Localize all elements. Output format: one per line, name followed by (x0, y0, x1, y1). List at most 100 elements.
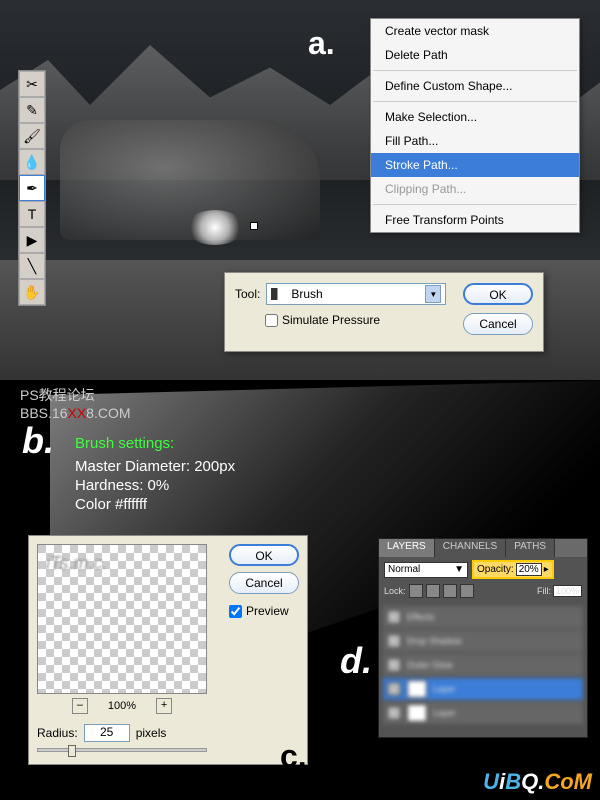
visibility-icon[interactable] (387, 634, 401, 648)
watermark-line2: BBS.16XX8.COM (20, 405, 131, 421)
path-selection-tool[interactable]: ▶ (19, 227, 45, 253)
layer-name: Drop Shadow (407, 636, 462, 646)
tab-channels[interactable]: CHANNELS (435, 539, 506, 557)
fill-value[interactable]: 100% (553, 585, 582, 597)
preview-checkbox[interactable] (229, 605, 242, 618)
lock-pixels-icon[interactable] (426, 584, 440, 598)
radius-label: Radius: (37, 726, 78, 740)
watermark-line1: PS教程论坛 (20, 385, 131, 405)
layers-panel: LAYERS CHANNELS PATHS Normal ▼ Opacity: … (378, 538, 588, 738)
path-anchor-point[interactable] (250, 222, 258, 230)
zoom-level: 100% (108, 700, 136, 712)
brush-icon (271, 288, 287, 300)
zoom-in-button[interactable]: + (156, 698, 172, 714)
layer-item[interactable]: Layer (383, 702, 583, 724)
pen-tool[interactable]: ✒ (19, 175, 45, 201)
lock-transparency-icon[interactable] (409, 584, 423, 598)
menu-clipping-path: Clipping Path... (371, 177, 579, 201)
visibility-icon[interactable] (387, 682, 401, 696)
radius-input[interactable]: 25 (84, 724, 130, 742)
tab-layers[interactable]: LAYERS (379, 539, 435, 557)
chevron-down-icon[interactable]: ▼ (425, 285, 441, 303)
fill-label: Fill: (537, 586, 551, 596)
layer-thumbnail (407, 704, 427, 722)
layer-item[interactable]: Outer Glow (383, 654, 583, 676)
type-tool[interactable]: T (19, 201, 45, 227)
tab-paths[interactable]: PATHS (506, 539, 555, 557)
layer-name: Outer Glow (407, 660, 453, 670)
uibq-m: M (574, 769, 592, 794)
ok-button[interactable]: OK (229, 544, 299, 566)
menu-create-vector-mask[interactable]: Create vector mask (371, 19, 579, 43)
simulate-pressure-label: Simulate Pressure (282, 313, 380, 327)
menu-separator (373, 101, 577, 102)
preview-sample-text: iTs.m.c. (46, 553, 107, 574)
brush-settings-title: Brush settings: (75, 435, 235, 452)
brush-color: Color #ffffff (75, 496, 235, 513)
visibility-icon[interactable] (387, 658, 401, 672)
cancel-button[interactable]: Cancel (229, 572, 299, 594)
menu-separator (373, 204, 577, 205)
layer-item[interactable]: Effects (383, 606, 583, 628)
layer-thumbnail (407, 680, 427, 698)
blur-preview[interactable]: iTs.m.c. (37, 544, 207, 694)
uibq-u: U (483, 769, 499, 794)
menu-fill-path[interactable]: Fill Path... (371, 129, 579, 153)
simulate-pressure-checkbox[interactable] (265, 314, 278, 327)
uibq-o: o (560, 769, 573, 794)
brush-tool[interactable]: ✎ (19, 97, 45, 123)
menu-make-selection[interactable]: Make Selection... (371, 105, 579, 129)
menu-delete-path[interactable]: Delete Path (371, 43, 579, 67)
blend-mode-value: Normal (388, 564, 420, 575)
tool-label: Tool: (235, 287, 260, 301)
lock-position-icon[interactable] (443, 584, 457, 598)
blur-tool[interactable]: 💧 (19, 149, 45, 175)
layer-item[interactable]: Drop Shadow (383, 630, 583, 652)
gaussian-blur-dialog: iTs.m.c. – 100% + Radius: 25 pixels OK C… (28, 535, 308, 765)
step-label-c: c. (280, 738, 307, 775)
layer-name: Layer (433, 684, 456, 694)
layer-name: Effects (407, 612, 434, 622)
uibq-watermark: UiBQ.CoM (483, 769, 592, 795)
ok-button[interactable]: OK (463, 283, 533, 305)
uibq-b: B (505, 769, 521, 794)
menu-free-transform-points[interactable]: Free Transform Points (371, 208, 579, 232)
path-context-menu: Create vector mask Delete Path Define Cu… (370, 18, 580, 233)
visibility-icon[interactable] (387, 706, 401, 720)
cancel-button[interactable]: Cancel (463, 313, 533, 335)
tools-palette: ✂ ✎ 🖌 💧 ✒ T ▶ ╲ ✋ (18, 70, 46, 306)
step-label-d: d. (340, 640, 372, 682)
line-tool[interactable]: ╲ (19, 253, 45, 279)
pixels-label: pixels (136, 726, 167, 740)
headlight-glow (185, 210, 245, 245)
watermark-prefix: BBS.16 (20, 405, 67, 421)
tool-dropdown[interactable]: Brush ▼ (266, 283, 446, 305)
brush-diameter: Master Diameter: 200px (75, 458, 235, 475)
layer-name: Layer (433, 708, 456, 718)
menu-define-custom-shape[interactable]: Define Custom Shape... (371, 74, 579, 98)
uibq-c: C (544, 769, 560, 794)
opacity-control[interactable]: Opacity: 20% ▸ (472, 560, 554, 579)
opacity-value[interactable]: 20% (516, 563, 542, 576)
visibility-icon[interactable] (387, 610, 401, 624)
chevron-down-icon: ▼ (454, 564, 464, 575)
tool-value: Brush (291, 287, 425, 301)
history-brush-tool[interactable]: 🖌 (19, 123, 45, 149)
blend-mode-dropdown[interactable]: Normal ▼ (384, 562, 468, 578)
hand-tool[interactable]: ✋ (19, 279, 45, 305)
uibq-q: Q (521, 769, 538, 794)
lock-all-icon[interactable] (460, 584, 474, 598)
slider-thumb[interactable] (68, 745, 76, 757)
lasso-tool[interactable]: ✂ (19, 71, 45, 97)
radius-slider[interactable] (37, 748, 207, 752)
brush-settings-text: Brush settings: Master Diameter: 200px H… (75, 435, 235, 515)
preview-label: Preview (246, 604, 289, 618)
zoom-out-button[interactable]: – (72, 698, 88, 714)
menu-stroke-path[interactable]: Stroke Path... (371, 153, 579, 177)
watermark-xx: XX (67, 405, 86, 421)
chevron-right-icon[interactable]: ▸ (544, 564, 549, 575)
watermark: PS教程论坛 BBS.16XX8.COM (20, 385, 131, 421)
step-label-a: a. (308, 25, 335, 62)
layer-item[interactable]: Layer (383, 678, 583, 700)
watermark-suffix: 8.COM (86, 405, 130, 421)
